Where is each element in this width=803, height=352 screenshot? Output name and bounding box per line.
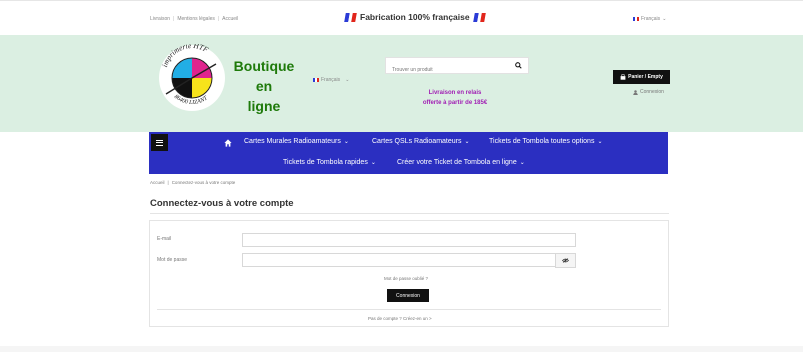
- divider: |: [167, 180, 169, 185]
- french-flag-icon: [633, 17, 639, 21]
- chevron-down-icon: ⌄: [519, 160, 525, 166]
- create-account-link[interactable]: Pas de compte ? Créez-en un >: [368, 316, 432, 321]
- nav-item-tickets-rapides[interactable]: Tickets de Tombola rapides ⌄: [283, 159, 376, 166]
- header: [0, 35, 803, 132]
- user-icon: [633, 89, 638, 95]
- header-language-selector[interactable]: Français ⌄: [313, 77, 349, 83]
- brand-title[interactable]: Boutique en ligne: [228, 56, 300, 116]
- password-field-box: [242, 253, 556, 269]
- language-selector[interactable]: Français ⌄: [633, 16, 666, 22]
- email-field-box: [242, 233, 576, 249]
- footer: [0, 346, 803, 352]
- top-link-mentions[interactable]: Mentions légales: [177, 16, 215, 22]
- divider: [150, 213, 669, 214]
- divider: |: [217, 16, 220, 22]
- nav-item-label: Créer votre Ticket de Tombola en ligne: [397, 159, 517, 166]
- french-flag-icon: [472, 12, 486, 22]
- email-field[interactable]: [243, 236, 575, 249]
- chevron-down-icon: ⌄: [343, 139, 349, 145]
- french-flag-icon: [344, 12, 357, 22]
- nav-item-cartes-murales[interactable]: Cartes Murales Radioamateurs ⌄: [244, 138, 349, 145]
- top-links: Livraison | Mentions légales | Accueil: [150, 16, 238, 22]
- nav-item-creer-ticket[interactable]: Créer votre Ticket de Tombola en ligne ⌄: [397, 159, 525, 166]
- chevron-down-icon: ⌄: [662, 16, 667, 22]
- show-password-button[interactable]: [555, 253, 576, 268]
- breadcrumb: Accueil | Connectez-vous à votre compte: [150, 180, 235, 185]
- breadcrumb-current: Connectez-vous à votre compte: [171, 180, 236, 185]
- top-link-accueil[interactable]: Accueil: [222, 16, 238, 22]
- logo[interactable]: imprimerie HTF 86400 LIZANT: [158, 44, 226, 112]
- delivery-offer: Livraison en relais offerte à partir de …: [400, 88, 510, 108]
- top-link-livraison[interactable]: Livraison: [150, 16, 170, 22]
- nav-item-label: Cartes Murales Radioamateurs: [244, 138, 341, 145]
- shopping-bag-icon: [620, 74, 626, 80]
- top-bar: Livraison | Mentions légales | Accueil F…: [0, 0, 803, 35]
- header-login-link[interactable]: Connexion: [633, 89, 664, 95]
- divider: [157, 309, 661, 310]
- cart-button[interactable]: Panier / Empty: [613, 70, 670, 84]
- login-label: Connexion: [640, 89, 664, 95]
- page: Livraison | Mentions légales | Accueil F…: [0, 0, 803, 352]
- home-icon[interactable]: [224, 139, 232, 147]
- forgot-password-link[interactable]: Mot de passe oublié ?: [384, 276, 428, 281]
- email-label: E-mail: [157, 236, 172, 242]
- password-field[interactable]: [243, 256, 555, 269]
- chevron-down-icon: ⌄: [597, 139, 603, 145]
- nav-item-label: Tickets de Tombola toutes options: [489, 138, 595, 145]
- brand-line: ligne: [247, 98, 281, 114]
- page-title: Connectez-vous à votre compte: [150, 198, 294, 209]
- divider: |: [173, 16, 175, 22]
- chevron-down-icon: ⌄: [370, 160, 376, 166]
- nav-item-tickets-tombola[interactable]: Tickets de Tombola toutes options ⌄: [489, 138, 602, 145]
- chevron-down-icon: ⌄: [345, 77, 350, 83]
- brand-line: en: [255, 78, 273, 94]
- breadcrumb-home[interactable]: Accueil: [150, 180, 165, 185]
- language-label: Français: [321, 77, 341, 83]
- promo-text: Fabrication 100% française: [360, 12, 470, 22]
- delivery-line: Livraison en relais: [428, 90, 482, 96]
- cart-label: Panier / Empty: [628, 74, 663, 80]
- search-box: [385, 57, 529, 78]
- nav-item-label: Cartes QSLs Radioamateurs: [372, 138, 462, 145]
- eye-icon: [562, 258, 569, 263]
- password-label: Mot de passe: [157, 257, 188, 263]
- brand-line: Boutique: [233, 58, 295, 74]
- main-nav: Cartes Murales Radioamateurs ⌄ Cartes QSL…: [149, 132, 668, 174]
- french-flag-icon: [313, 78, 319, 82]
- search-input[interactable]: [386, 62, 506, 78]
- chevron-down-icon: ⌄: [464, 139, 470, 145]
- nav-item-label: Tickets de Tombola rapides: [283, 159, 368, 166]
- delivery-line: offerte à partir de 185€: [422, 100, 488, 106]
- nav-item-cartes-qsl[interactable]: Cartes QSLs Radioamateurs ⌄: [372, 138, 470, 145]
- search-icon[interactable]: [515, 62, 522, 69]
- menu-icon[interactable]: [151, 134, 168, 151]
- login-submit-button[interactable]: Connexion: [387, 289, 429, 302]
- language-label: Français: [641, 16, 661, 22]
- promo-banner: Fabrication 100% française: [344, 12, 486, 22]
